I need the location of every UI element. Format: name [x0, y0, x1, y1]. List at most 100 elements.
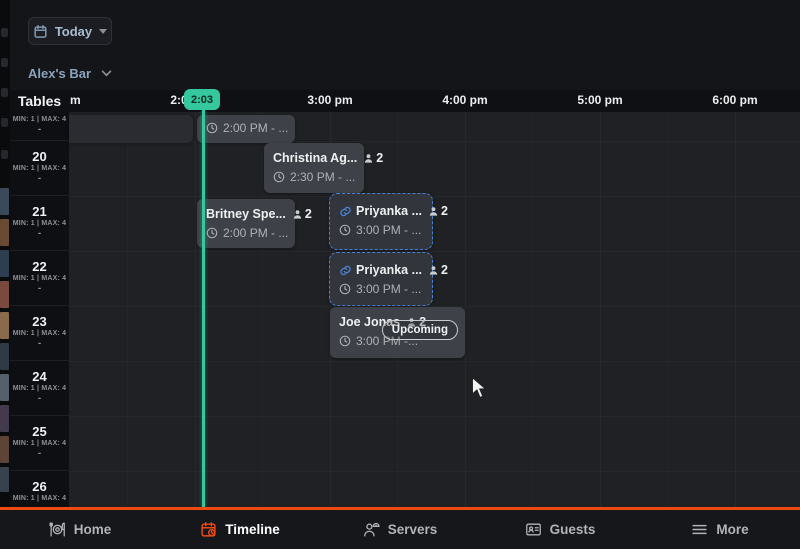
hour-label-clipped: m: [70, 93, 81, 107]
thumbnail-fragment: [0, 343, 9, 370]
table-min-max: MIN: 1 | MAX: 4: [10, 116, 69, 123]
gridline-row: [69, 416, 800, 417]
date-picker-button[interactable]: Today: [28, 17, 112, 45]
table-min-max: MIN: 1 | MAX: 4: [10, 275, 69, 282]
party-size: 2: [376, 151, 383, 165]
hour-label: 6:00 pm: [712, 93, 757, 107]
guest-name: Priyanka ...: [356, 204, 422, 218]
reservation-card[interactable]: 2:00 PM - ...: [197, 115, 295, 143]
table-number: 26: [10, 480, 69, 494]
table-row[interactable]: 21 MIN: 1 | MAX: 4 -: [10, 196, 69, 251]
venue-selector[interactable]: Alex's Bar: [28, 66, 112, 81]
guest-name: Christina Ag...: [273, 151, 357, 165]
reservation-time: 2:30 PM - ...: [290, 170, 355, 184]
reservation-card-clipped[interactable]: [69, 115, 193, 143]
clock-icon: [206, 122, 218, 134]
table-number: 21: [10, 205, 69, 219]
table-row[interactable]: 25 MIN: 1 | MAX: 4 -: [10, 416, 69, 471]
current-time-line: [202, 110, 205, 507]
thumbnail-fragment: [0, 405, 9, 432]
menu-icon: [691, 521, 708, 538]
thumbnail-fragment: [0, 250, 9, 277]
gridline-row: [69, 471, 800, 472]
gridline-hour: [600, 112, 601, 507]
nav-item-home[interactable]: Home: [0, 510, 160, 549]
link-icon: [339, 205, 352, 218]
table-min-max: MIN: 1 | MAX: 4: [10, 165, 69, 172]
nav-label: Timeline: [225, 522, 280, 537]
gridline-row: [69, 196, 800, 197]
gridline-half-hour: [532, 112, 533, 507]
clock-icon: [339, 335, 351, 347]
guest-name: Priyanka ...: [356, 263, 422, 277]
thumbnail-fragment: [0, 219, 9, 246]
table-min-max: MIN: 1 | MAX: 4: [10, 385, 69, 392]
nav-item-more[interactable]: More: [640, 510, 800, 549]
gridline-half-hour: [127, 112, 128, 507]
table-min-max: MIN: 1 | MAX: 4: [10, 330, 69, 337]
table-min-max: MIN: 1 | MAX: 4: [10, 495, 69, 502]
thumbnail-fragment: [0, 312, 9, 339]
party-size: 2: [441, 263, 448, 277]
person-icon: [428, 206, 439, 217]
table-dash: -: [10, 174, 69, 184]
toolbar: Today Alex's Bar: [10, 0, 800, 90]
nav-item-timeline[interactable]: Timeline: [160, 510, 320, 549]
table-dash: -: [10, 229, 69, 239]
nav-label: Guests: [550, 522, 596, 537]
chevron-down-icon: [101, 70, 112, 77]
table-dash: -: [10, 125, 69, 135]
reservation-time: 2:00 PM - ...: [223, 226, 288, 240]
link-icon: [339, 264, 352, 277]
reservation-time: 3:00 PM - ...: [356, 223, 421, 237]
hour-label: 3:00 pm: [307, 93, 352, 107]
party-size: 2: [305, 207, 312, 221]
guest-name: Britney Spe...: [206, 207, 286, 221]
reservation-card[interactable]: Britney Spe... 2 2:00 PM - ...: [197, 199, 295, 248]
table-min-max: MIN: 1 | MAX: 4: [10, 440, 69, 447]
reservation-card-linked[interactable]: Priyanka ... 2 3:00 PM - ...: [329, 193, 433, 250]
reservation-card[interactable]: Christina Ag... 2 2:30 PM - ...: [264, 143, 364, 193]
gridline-hour: [465, 112, 466, 507]
timeline-header: Tables m 2:00 pm 3:00 pm 4:00 pm 5:00 pm…: [10, 90, 800, 112]
venue-name: Alex's Bar: [28, 66, 91, 81]
table-row[interactable]: 20 MIN: 1 | MAX: 4 -: [10, 141, 69, 196]
reservation-card-linked[interactable]: Priyanka ... 2 3:00 PM - ...: [329, 252, 433, 306]
table-dash: -: [10, 394, 69, 404]
table-row[interactable]: 22 MIN: 1 | MAX: 4 -: [10, 251, 69, 306]
tables-column: MIN: 1 | MAX: 4 - 20 MIN: 1 | MAX: 4 - 2…: [10, 112, 69, 507]
date-picker-label: Today: [55, 24, 92, 39]
thumbnail-fragment: [0, 281, 9, 308]
reservation-time: 3:00 PM - ...: [356, 282, 421, 296]
gridline-row: [69, 251, 800, 252]
reservation-card[interactable]: Joe Jonas 2 3:00 PM -... Upcoming: [330, 307, 465, 358]
reservation-time: 2:00 PM - ...: [223, 121, 288, 135]
current-time-badge[interactable]: 2:03: [184, 89, 220, 110]
nav-label: Servers: [388, 522, 438, 537]
table-row[interactable]: 24 MIN: 1 | MAX: 4 -: [10, 361, 69, 416]
table-dash: -: [10, 449, 69, 459]
person-icon: [363, 153, 374, 164]
thumbnail-fragment: [0, 436, 9, 463]
nav-item-servers[interactable]: Servers: [320, 510, 480, 549]
gridline-half-hour: [262, 112, 263, 507]
table-row[interactable]: 23 MIN: 1 | MAX: 4 -: [10, 306, 69, 361]
gridline-half-hour: [667, 112, 668, 507]
table-number: 25: [10, 425, 69, 439]
thumbnail-fragment: [0, 467, 9, 492]
calendar-icon: [33, 24, 48, 39]
table-number: 20: [10, 150, 69, 164]
thumbnail-fragment: [0, 188, 9, 215]
reservation-timeline-app: Today Alex's Bar Tables m 2:00 pm 3:00 p…: [0, 0, 800, 549]
nav-label: More: [716, 522, 748, 537]
tables-column-header: Tables: [10, 90, 69, 112]
nav-item-guests[interactable]: Guests: [480, 510, 640, 549]
server-person-icon: [363, 521, 380, 538]
clock-icon: [206, 227, 218, 239]
table-dash: -: [10, 284, 69, 294]
table-row[interactable]: MIN: 1 | MAX: 4 -: [10, 112, 69, 141]
gridline-hour: [195, 112, 196, 507]
guest-card-icon: [525, 521, 542, 538]
table-number: 23: [10, 315, 69, 329]
gridline-row: [69, 361, 800, 362]
